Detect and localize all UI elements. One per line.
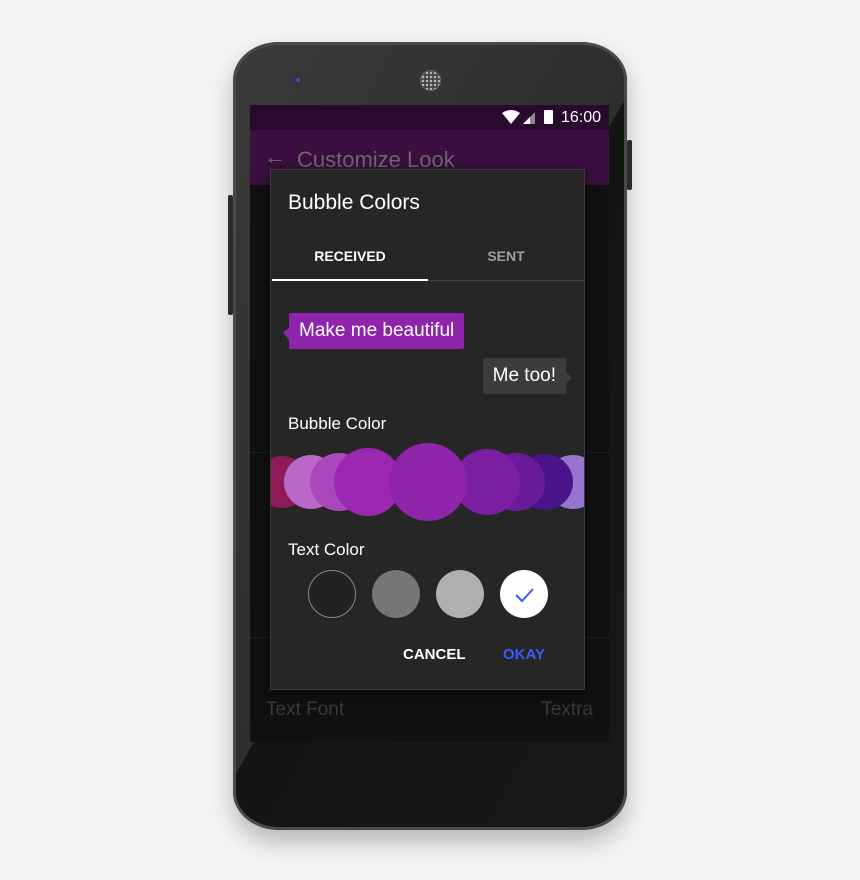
dialog-title: Bubble Colors (288, 191, 420, 214)
cancel-button[interactable]: CANCEL (403, 646, 466, 663)
text-font-value[interactable]: Textra (541, 699, 593, 721)
front-camera (294, 76, 302, 84)
tab-indicator (272, 279, 428, 281)
phone-power-button (627, 140, 632, 190)
tab-sent[interactable]: SENT (428, 248, 584, 264)
wifi-icon (502, 110, 520, 124)
bubble-color-swatch[interactable] (389, 443, 467, 521)
earpiece-speaker (420, 70, 441, 91)
text-color-swatch[interactable] (308, 570, 356, 618)
phone-volume-button (228, 195, 233, 315)
bubble-color-label: Bubble Color (288, 414, 387, 433)
bubble-colors-dialog: Bubble Colors RECEIVED SENT Make me beau… (271, 170, 584, 689)
text-color-swatch[interactable] (372, 570, 420, 618)
checkmark-icon (515, 588, 534, 603)
arrow-left-icon[interactable]: ← (264, 144, 286, 170)
text-font-label[interactable]: Text Font (266, 699, 344, 721)
sent-bubble-preview: Me too! (482, 358, 573, 394)
text-color-swatch[interactable] (500, 570, 548, 618)
received-bubble-preview: Make me beautiful (289, 313, 465, 349)
text-color-swatch[interactable] (436, 570, 484, 618)
status-time: 16:00 (560, 109, 601, 126)
battery-icon (544, 110, 553, 124)
tab-received[interactable]: RECEIVED (272, 248, 428, 264)
status-bar: 16:00 (250, 105, 609, 130)
wifi-signal-icons (502, 110, 535, 124)
text-color-label: Text Color (288, 540, 365, 559)
okay-button[interactable]: OKAY (503, 646, 545, 663)
